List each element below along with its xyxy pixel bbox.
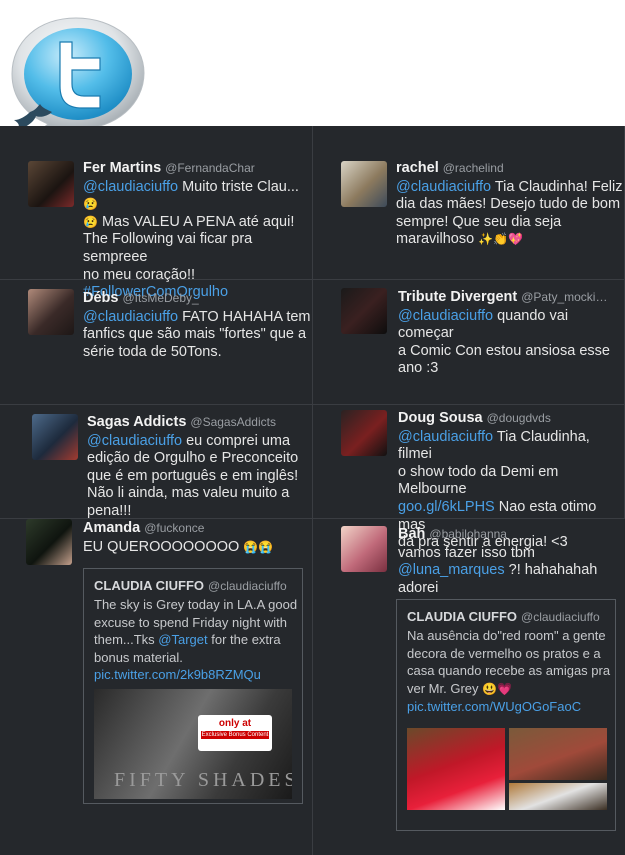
author-handle[interactable]: @FernandaChar	[165, 161, 255, 175]
quoted-text: Na ausência do"red room" a gente	[407, 628, 606, 643]
tweet-text: dia das mães! Desejo tudo de bom	[396, 196, 621, 213]
pic-link[interactable]: pic.twitter.com/WUgOGoFaoC	[407, 698, 610, 716]
tweet-text: Mas VALEU A PENA até aqui!	[97, 213, 295, 230]
author-handle[interactable]: @ItsMeDeby_	[122, 291, 198, 305]
quoted-tweet[interactable]: CLAUDIA CIUFFO @claudiaciuffo Na ausência…	[396, 599, 616, 831]
mention-link[interactable]: @claudiaciuffo	[83, 309, 178, 325]
mention-link[interactable]: @claudiaciuffo	[398, 308, 493, 324]
tweet-text: eu comprei uma	[182, 432, 291, 449]
tweet-text: sempre! Que seu dia seja	[396, 213, 562, 230]
author-name[interactable]: Sagas Addicts	[87, 414, 186, 430]
author-name[interactable]: Amanda	[83, 520, 140, 536]
tweet-card[interactable]: Fer Martins @FernandaChar @claudiaciuffo …	[0, 126, 313, 300]
badge-sublabel: Exclusive Bonus Content	[201, 731, 269, 739]
tweet-text: vamos fazer isso tbm	[398, 544, 535, 561]
tweet-text: edição de Orgulho e Preconceito	[87, 450, 299, 467]
tweet-text: ano :3	[398, 360, 439, 377]
tweet-text: ?! hahahahah	[504, 562, 598, 579]
avatar[interactable]	[32, 414, 78, 460]
author-handle[interactable]: @dougdvds	[487, 411, 551, 425]
author-handle[interactable]: @babilohanna	[429, 527, 507, 541]
column-divider	[312, 126, 313, 855]
avatar[interactable]	[28, 161, 74, 207]
movie-title: FIFTY SHADES	[114, 769, 292, 791]
quoted-text: ver Mr. Grey	[407, 680, 483, 696]
author-name[interactable]: Fer Martins	[83, 160, 161, 176]
tweet-card[interactable]: Doug Sousa @dougdvds @claudiaciuffo Tia C…	[313, 405, 625, 550]
quoted-text: for the extra	[207, 632, 281, 647]
tweet-card[interactable]: Sagas Addicts @SagasAddicts @claudiaciuff…	[0, 405, 313, 519]
sparkles-clap-heart-emoji-icon: ✨👏💖	[478, 232, 524, 247]
tweet-text: pena!!!	[87, 502, 132, 519]
quoted-author-handle[interactable]: @claudiaciuffo	[208, 579, 287, 593]
avatar[interactable]	[341, 526, 387, 572]
author-name[interactable]: Débs	[83, 290, 118, 306]
tweet-text: a Comic Con estou ansiosa esse	[398, 342, 610, 359]
tweet-text: que é em português e em inglês!	[87, 467, 299, 484]
tweet-card[interactable]: Amanda @fuckonce EU QUEROOOOOOOO 😭😭 CLAUD…	[0, 519, 313, 855]
mention-link[interactable]: @claudiaciuffo	[87, 433, 182, 449]
avatar[interactable]	[28, 289, 74, 335]
mention-link[interactable]: @Target	[158, 632, 207, 647]
mention-link[interactable]: @luna_marques	[398, 562, 505, 578]
tweet-card[interactable]: Tribute Divergent @Paty_mocki… @claudiaci…	[313, 280, 625, 405]
sobbing-emoji-icon: 😭😭	[243, 539, 274, 554]
tweet-text: fanfics que são mais "fortes" que a	[83, 326, 307, 343]
crying-emoji-icon: 😢	[83, 214, 98, 229]
photo-tv-screen[interactable]	[509, 783, 607, 810]
pic-link[interactable]: pic.twitter.com/2k9b8RZMQu	[94, 666, 297, 684]
quoted-author-name[interactable]: CLAUDIA CIUFFO	[407, 609, 517, 624]
tweet-text: o show todo da Demi em Melbourne	[398, 463, 559, 498]
badge-label: only at	[218, 718, 252, 729]
tweet-grid: Fer Martins @FernandaChar @claudiaciuffo …	[0, 126, 625, 855]
avatar[interactable]	[341, 410, 387, 456]
tweet-text: FATO HAHAHA tem	[178, 308, 311, 325]
photo-living-room[interactable]	[509, 728, 607, 780]
author-handle[interactable]: @Paty_mocki…	[521, 290, 607, 304]
url-link[interactable]: goo.gl/6kLPHS	[398, 499, 495, 515]
quoted-text: casa quando recebe as amigas pra	[407, 663, 611, 678]
avatar[interactable]	[341, 288, 387, 334]
quoted-tweet[interactable]: CLAUDIA CIUFFO @claudiaciuffo The sky is …	[83, 568, 303, 804]
photo-red-table[interactable]	[407, 728, 505, 810]
tweet-card[interactable]: Bah @babilohanna vamos fazer isso tbm @lu…	[313, 519, 625, 855]
tweet-text: adorei	[398, 579, 439, 596]
tweet-text: série toda de 50Tons.	[83, 343, 222, 360]
author-handle[interactable]: @fuckonce	[144, 521, 204, 535]
tweet-text: maravilhoso	[396, 231, 479, 248]
tweet-card[interactable]: rachel @rachelind @claudiaciuffo Tia Clau…	[313, 126, 625, 280]
author-name[interactable]: Doug Sousa	[398, 410, 483, 426]
author-name[interactable]: Tribute Divergent	[398, 289, 517, 305]
quoted-text: excuse to spend Friday night with	[94, 614, 287, 630]
mention-link[interactable]: @claudiaciuffo	[398, 429, 493, 445]
tweet-text: EU QUEROOOOOOOO	[83, 538, 244, 555]
twitter-logo-icon	[11, 17, 145, 137]
tweet-text: Tia Claudinha! Feliz	[491, 178, 623, 195]
quoted-author-handle[interactable]: @claudiaciuffo	[521, 610, 600, 624]
author-name[interactable]: Bah	[398, 526, 425, 542]
author-handle[interactable]: @SagasAddicts	[190, 415, 276, 429]
mention-link[interactable]: @claudiaciuffo	[83, 179, 178, 195]
tweet-card[interactable]: Débs @ItsMeDeby_ @claudiaciuffo FATO HAHA…	[0, 280, 313, 405]
avatar[interactable]	[26, 519, 72, 565]
smile-heart-emoji-icon: 😃💗	[482, 681, 513, 696]
tweet-text: Não li ainda, mas valeu muito a	[87, 485, 290, 502]
crying-emoji-icon: 😢	[83, 197, 98, 212]
target-badge: only at Exclusive Bonus Content	[198, 715, 272, 751]
quoted-text: them...Tks	[94, 632, 159, 647]
mention-link[interactable]: @claudiaciuffo	[396, 179, 491, 195]
quoted-text: decora de vermelho os pratos e a	[407, 645, 601, 661]
tweet-text: Muito triste Clau...	[178, 178, 299, 195]
avatar[interactable]	[341, 161, 387, 207]
author-name[interactable]: rachel	[396, 160, 439, 176]
quoted-text: The sky is Grey today in LA.A good	[94, 597, 298, 612]
quoted-text: bonus material.	[94, 649, 183, 665]
tweet-text: The Following vai ficar pra sempreee	[83, 231, 253, 265]
author-handle[interactable]: @rachelind	[443, 161, 504, 175]
quoted-author-name[interactable]: CLAUDIA CIUFFO	[94, 578, 204, 593]
movie-cover-image[interactable]: only at Exclusive Bonus Content FIFTY SH…	[94, 689, 292, 799]
